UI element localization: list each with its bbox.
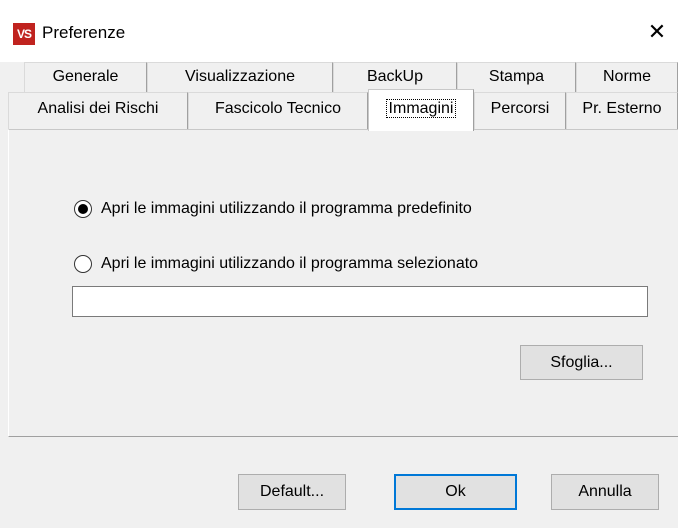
ok-button[interactable]: Ok: [394, 474, 517, 510]
tab-backup[interactable]: BackUp: [333, 62, 457, 92]
radio-checked-icon[interactable]: [74, 200, 92, 218]
radio-default-program[interactable]: Apri le immagini utilizzando il programm…: [74, 200, 472, 218]
tab-analisi-dei-rischi[interactable]: Analisi dei Rischi: [8, 92, 188, 129]
tab-panel-immagini: [8, 129, 678, 437]
tab-pr-esterno[interactable]: Pr. Esterno: [566, 92, 678, 129]
tab-percorsi[interactable]: Percorsi: [474, 92, 566, 129]
radio-unchecked-icon[interactable]: [74, 255, 92, 273]
cancel-button[interactable]: Annulla: [551, 474, 659, 510]
program-path-input[interactable]: [72, 286, 648, 317]
tab-generale[interactable]: Generale: [24, 62, 147, 92]
tab-visualizzazione[interactable]: Visualizzazione: [147, 62, 333, 92]
tab-stampa[interactable]: Stampa: [457, 62, 576, 92]
app-logo-icon: VS: [13, 23, 35, 45]
radio-selected-label: Apri le immagini utilizzando il programm…: [101, 255, 479, 272]
window-title: Preferenze: [42, 23, 126, 42]
tab-fascicolo-tecnico[interactable]: Fascicolo Tecnico: [188, 92, 368, 129]
browse-button[interactable]: Sfoglia...: [520, 345, 643, 380]
radio-selected-program[interactable]: Apri le immagini utilizzando il programm…: [74, 255, 478, 273]
tab-immagini-label: Immagini: [385, 99, 457, 118]
tab-norme[interactable]: Norme: [576, 62, 678, 92]
radio-default-label: Apri le immagini utilizzando il programm…: [101, 200, 472, 217]
default-button[interactable]: Default...: [238, 474, 346, 510]
close-button[interactable]: ✕: [636, 14, 678, 50]
tab-immagini[interactable]: Immagini: [368, 89, 474, 131]
